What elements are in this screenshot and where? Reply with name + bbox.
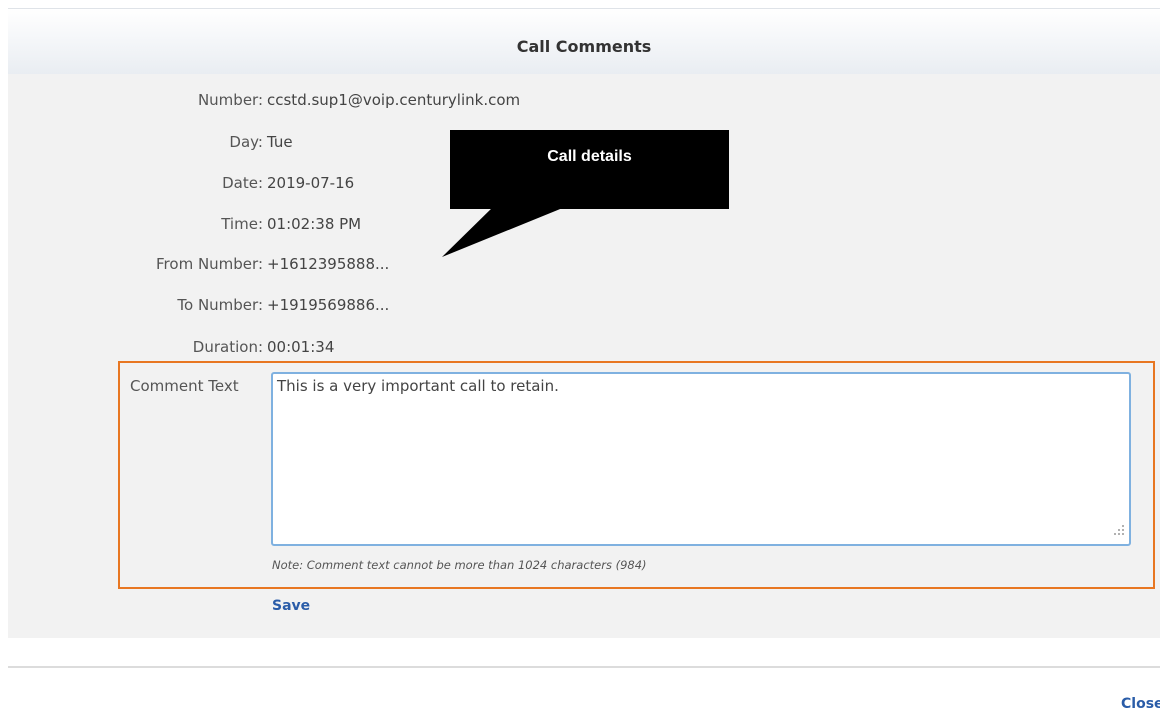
- field-label-time: Time:: [221, 215, 263, 233]
- field-value-number: ccstd.sup1@voip.centurylink.com: [267, 91, 521, 109]
- field-label-duration: Duration:: [192, 338, 263, 356]
- character-limit-note: Note: Comment text cannot be more than 1…: [272, 558, 647, 572]
- dialog-title: Call Comments: [516, 37, 652, 56]
- comment-textarea[interactable]: This is a very important call to retain.: [271, 372, 1131, 546]
- call-details-callout: Call details: [450, 130, 729, 209]
- field-label-to-number: To Number:: [177, 296, 263, 314]
- callout-tail: [442, 205, 570, 257]
- resize-grip-icon[interactable]: [1113, 524, 1125, 536]
- field-value-time: 01:02:38 PM: [267, 215, 362, 233]
- field-label-number: Number:: [197, 91, 263, 109]
- field-value-from-number: +1612395888...: [267, 255, 390, 273]
- save-button[interactable]: Save: [272, 598, 310, 614]
- dialog-header: Call Comments: [8, 8, 1160, 74]
- field-label-day: Day:: [229, 133, 263, 151]
- field-value-duration: 00:01:34: [267, 338, 335, 356]
- close-button[interactable]: Close: [1121, 696, 1160, 712]
- field-value-date: 2019-07-16: [267, 174, 355, 192]
- field-label-from-number: From Number:: [156, 255, 263, 273]
- footer-divider: [8, 666, 1160, 668]
- callout-text: Call details: [547, 148, 632, 165]
- field-value-day: Tue: [267, 133, 293, 151]
- field-label-date: Date:: [222, 174, 263, 192]
- field-value-to-number: +1919569886...: [267, 296, 390, 314]
- comment-text-label: Comment Text: [130, 377, 239, 395]
